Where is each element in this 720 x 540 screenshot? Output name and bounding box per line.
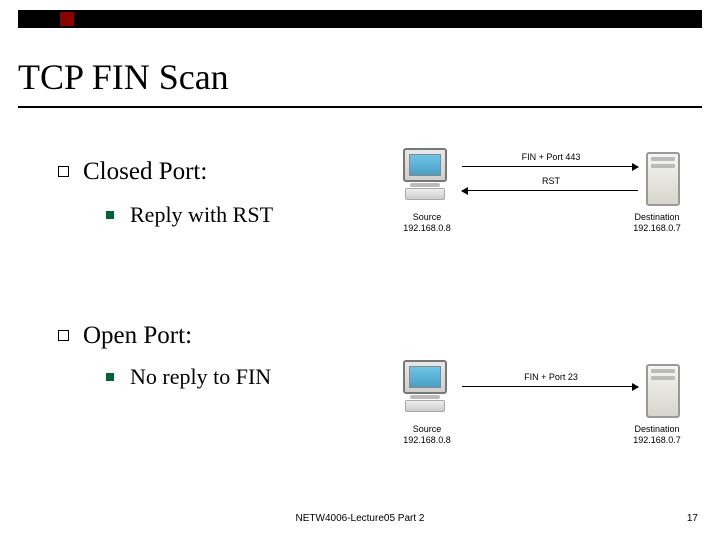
arrow-rst-icon — [462, 190, 638, 191]
arrow-fin-icon — [462, 166, 638, 167]
diagram-closed-port: Source192.168.0.8 Destination192.168.0.7… — [378, 148, 702, 254]
bullet-open-port: Open Port: — [58, 322, 192, 350]
page-number: 17 — [687, 513, 698, 524]
square-bullet-icon — [58, 166, 69, 177]
destination-label: Destination192.168.0.7 — [612, 212, 702, 234]
solid-bullet-icon — [106, 373, 114, 381]
arrow-fin-label: FIN + Port 443 — [496, 152, 606, 162]
arrow-rst-label: RST — [496, 176, 606, 186]
title-bar — [18, 10, 702, 28]
destination-server-icon — [646, 364, 680, 418]
sub-closed-text: Reply with RST — [130, 202, 273, 227]
accent-square-icon — [60, 12, 74, 26]
sub-bullet-closed: Reply with RST — [106, 202, 273, 228]
source-computer-icon — [394, 148, 456, 210]
diagram-open-port: Source192.168.0.8 Destination192.168.0.7… — [378, 360, 702, 466]
arrow-fin-icon — [462, 386, 638, 387]
square-bullet-icon — [58, 330, 69, 341]
bullet-closed-label: Closed Port: — [83, 158, 207, 185]
source-computer-icon — [394, 360, 456, 422]
solid-bullet-icon — [106, 211, 114, 219]
title-underline — [18, 106, 702, 108]
sub-bullet-open: No reply to FIN — [106, 364, 271, 390]
source-label: Source192.168.0.8 — [382, 424, 472, 446]
bullet-open-label: Open Port: — [83, 322, 192, 349]
slide-title: TCP FIN Scan — [18, 56, 702, 104]
bullet-closed-port: Closed Port: — [58, 158, 207, 186]
arrow-fin-label: FIN + Port 23 — [496, 372, 606, 382]
footer-text: NETW4006-Lecture05 Part 2 — [0, 513, 720, 524]
destination-label: Destination192.168.0.7 — [612, 424, 702, 446]
source-label: Source192.168.0.8 — [382, 212, 472, 234]
destination-server-icon — [646, 152, 680, 206]
sub-open-text: No reply to FIN — [130, 364, 271, 389]
